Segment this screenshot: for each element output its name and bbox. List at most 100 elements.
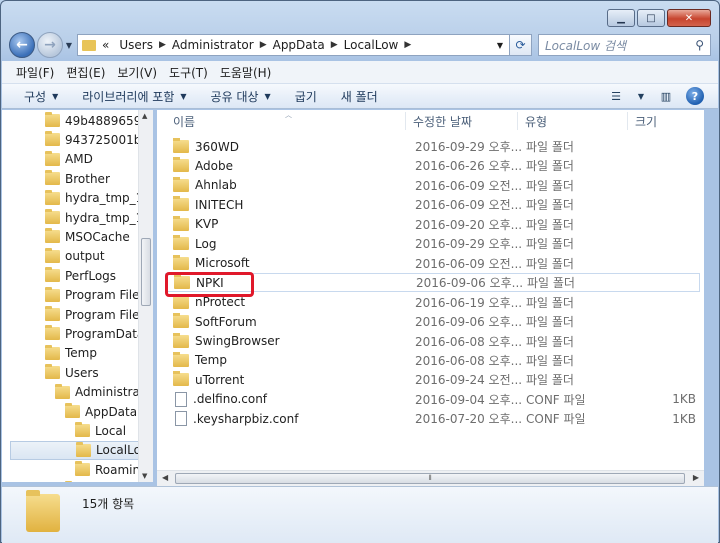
recent-pages-dropdown[interactable]: ▼ [63, 41, 75, 50]
file-row[interactable]: Temp 2016-06-08 오후... 파일 폴더 [165, 351, 700, 370]
preview-pane-icon[interactable]: ▥ [656, 87, 676, 105]
scroll-right-icon[interactable]: ▶ [693, 473, 699, 482]
chevron-down-icon[interactable]: ▼ [636, 87, 646, 105]
search-icon[interactable]: ⚲ [695, 38, 704, 52]
scroll-thumb[interactable] [141, 238, 151, 306]
close-button[interactable]: ✕ [667, 9, 711, 27]
menu-file[interactable]: 파일(F) [16, 64, 54, 81]
file-icon [175, 391, 187, 407]
burn-label: 굽기 [294, 89, 317, 104]
horizontal-scrollbar[interactable]: ◀ ⦀ ▶ [157, 470, 704, 486]
file-type: 파일 폴더 [526, 178, 574, 193]
chevron-right-icon[interactable]: ▶ [260, 40, 267, 50]
menu-help[interactable]: 도움말(H) [220, 64, 272, 81]
file-name: SwingBrowser [195, 334, 280, 348]
menu-edit[interactable]: 편집(E) [66, 64, 105, 81]
sidebar-item[interactable]: LocalLow [10, 440, 151, 460]
file-date: 2016-09-29 오후... [415, 140, 523, 154]
breadcrumb-item[interactable]: Users [119, 38, 153, 52]
sidebar-item[interactable]: Users [45, 363, 99, 382]
file-name: Ahnlab [195, 178, 237, 193]
breadcrumb-item[interactable]: AppData [273, 38, 325, 52]
sidebar-item[interactable]: Temp [45, 344, 97, 363]
share-with-button[interactable]: 공유 대상 ▼ [211, 88, 271, 105]
sidebar-item[interactable]: 49b4889659cb [45, 111, 152, 130]
sidebar-item[interactable]: Local [75, 421, 126, 440]
file-row[interactable]: KVP 2016-09-20 오후... 파일 폴더 [165, 215, 700, 234]
column-divider[interactable] [405, 112, 406, 130]
menu-view[interactable]: 보기(V) [117, 64, 157, 81]
scroll-up-icon[interactable]: ▲ [142, 112, 147, 120]
sidebar-item[interactable]: hydra_tmp_146 [45, 189, 152, 208]
include-in-library-button[interactable]: 라이브러리에 포함 ▼ [82, 88, 186, 105]
file-row[interactable]: SoftForum 2016-09-06 오후... 파일 폴더 [165, 312, 700, 331]
breadcrumb-item[interactable]: Administrator [172, 38, 254, 52]
chevron-right-icon[interactable]: ▶ [331, 40, 338, 50]
help-icon[interactable]: ? [686, 87, 704, 105]
maximize-button[interactable]: □ [637, 9, 665, 27]
folder-icon [45, 306, 60, 321]
menu-tools[interactable]: 도구(T) [169, 64, 208, 81]
file-name: Adobe [195, 158, 233, 173]
sidebar-item-label: AppData [85, 404, 138, 419]
file-row[interactable]: .delfino.conf 2016-09-04 오후... CONF 파일 1KB [165, 390, 700, 409]
file-date: 2016-09-24 오전... [415, 373, 523, 388]
file-row[interactable]: Adobe 2016-06-26 오후... 파일 폴더 [165, 156, 700, 175]
sidebar-item[interactable]: AMD [45, 150, 93, 169]
sidebar-item[interactable]: Program Files [45, 286, 146, 305]
sidebar-item-label: output [65, 249, 105, 264]
file-row[interactable]: Microsoft 2016-06-09 오전... 파일 폴더 [165, 254, 700, 273]
address-dropdown-icon[interactable]: ▼ [497, 41, 503, 50]
scroll-thumb[interactable]: ⦀ [175, 473, 685, 484]
details-pane: 15개 항목 [2, 486, 718, 543]
forward-arrow-icon[interactable]: → [37, 32, 63, 58]
column-header-date[interactable]: 수정한 날짜 [413, 110, 472, 132]
column-header-name[interactable]: 이름 [173, 110, 195, 132]
sidebar-item[interactable]: Program Files ( [45, 305, 152, 324]
scroll-left-icon[interactable]: ◀ [162, 473, 168, 482]
search-input[interactable]: LocalLow 검색 ⚲ [538, 34, 711, 56]
sidebar-item[interactable]: MSOCache [45, 227, 130, 246]
file-row[interactable]: uTorrent 2016-09-24 오전... 파일 폴더 [165, 370, 700, 389]
refresh-icon[interactable]: ⟳ [510, 34, 532, 56]
column-divider[interactable] [627, 112, 628, 130]
sidebar-item[interactable]: ProgramData [45, 324, 144, 343]
address-bar[interactable]: « Users ▶ Administrator ▶ AppData ▶ Loca… [77, 34, 510, 56]
file-date: 2016-06-09 오전... [415, 198, 523, 213]
breadcrumb-prefix[interactable]: « [102, 38, 109, 52]
organize-button[interactable]: 구성 ▼ [24, 88, 58, 105]
folder-icon [45, 228, 60, 244]
minimize-button[interactable]: ▁ [607, 9, 635, 27]
chevron-right-icon[interactable]: ▶ [159, 40, 166, 50]
folder-icon [173, 157, 189, 173]
file-row[interactable]: INITECH 2016-06-09 오전... 파일 폴더 [165, 195, 700, 214]
sidebar-item[interactable]: Brother [45, 169, 110, 188]
column-header-type[interactable]: 유형 [525, 110, 547, 132]
sidebar-item[interactable]: AppData [65, 402, 137, 421]
new-folder-button[interactable]: 새 폴더 [341, 88, 378, 105]
back-arrow-icon[interactable]: ← [9, 32, 35, 58]
sidebar-item[interactable]: hydra_tmp_146 [45, 208, 152, 227]
file-row[interactable]: Ahnlab 2016-06-09 오전... 파일 폴더 [165, 176, 700, 195]
file-row[interactable]: SwingBrowser 2016-06-08 오후... 파일 폴더 [165, 332, 700, 351]
sidebar-item[interactable]: PerfLogs [45, 266, 116, 285]
folder-icon [45, 131, 60, 147]
sidebar-item[interactable]: Roaming [75, 460, 148, 479]
view-options-icon[interactable]: ☰ [606, 87, 626, 105]
breadcrumb-item[interactable]: LocalLow [344, 38, 399, 52]
file-row[interactable]: .keysharpbiz.conf 2016-07-20 오후... CONF 파일… [165, 409, 700, 428]
folder-icon [45, 267, 60, 283]
file-name: SoftForum [195, 314, 257, 329]
file-row[interactable]: 360WD 2016-09-29 오후... 파일 폴더 [165, 137, 700, 156]
sidebar-item[interactable]: 943725001bd0 [45, 130, 152, 149]
column-divider[interactable] [517, 112, 518, 130]
sidebar-item[interactable]: output [45, 247, 105, 266]
file-row[interactable]: Log 2016-09-29 오후... 파일 폴더 [165, 234, 700, 253]
column-header-size[interactable]: 크기 [635, 110, 657, 132]
file-size: 1KB [672, 411, 696, 426]
folder-icon [173, 215, 189, 231]
chevron-right-icon[interactable]: ▶ [404, 40, 411, 50]
scroll-down-icon[interactable]: ▼ [142, 472, 147, 480]
sidebar-scrollbar[interactable]: ▲ ▼ [138, 110, 153, 482]
burn-button[interactable]: 굽기 [295, 88, 317, 105]
